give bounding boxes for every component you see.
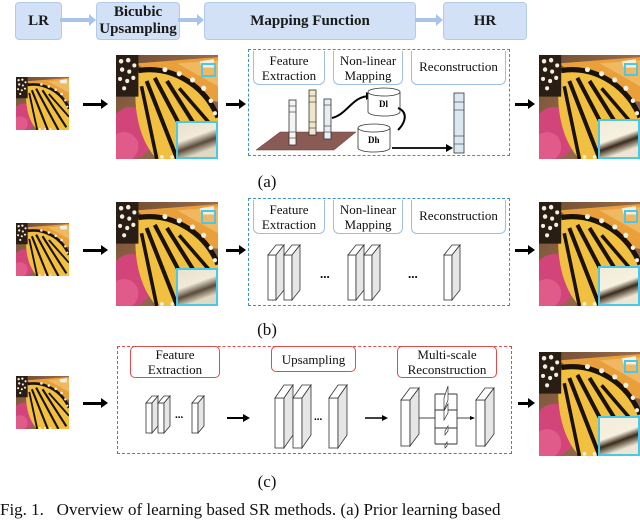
conv-layer bbox=[363, 243, 381, 302]
inset-zoom bbox=[598, 416, 640, 456]
row-b-bicubic-image bbox=[116, 202, 218, 306]
upsampling-layer bbox=[292, 383, 312, 450]
feature-layer bbox=[145, 394, 159, 435]
inset-zoom bbox=[176, 121, 218, 159]
stage-label: Feature Extraction bbox=[261, 202, 317, 232]
reconstruction-output-layer bbox=[475, 386, 495, 448]
stage-label: Feature Extraction bbox=[261, 53, 317, 83]
reconstruction-input-layer bbox=[400, 386, 420, 448]
header-arrow-3 bbox=[415, 14, 443, 26]
arrowhead bbox=[243, 414, 250, 422]
feature-vector-3 bbox=[323, 98, 332, 140]
header-stage-lr: LR bbox=[15, 2, 62, 40]
row-a-lr-image bbox=[16, 77, 69, 130]
row-a-hr-image bbox=[539, 55, 640, 159]
header-stage-mapping: Mapping Function bbox=[204, 2, 416, 40]
ellipsis: ... bbox=[314, 411, 323, 423]
header-stage-bicubic: Bicubic Upsampling bbox=[96, 2, 180, 40]
row-a-stage-reconstruction: Reconstruction bbox=[411, 51, 506, 85]
row-c-stage-feature-extraction: Feature Extraction bbox=[130, 346, 220, 378]
stage-label: Feature Extraction bbox=[147, 347, 203, 377]
ellipsis: ... bbox=[175, 409, 184, 421]
inset-zoom bbox=[176, 268, 218, 306]
row-b-stage-feature-extraction: Feature Extraction bbox=[253, 200, 325, 234]
header-arrow-2 bbox=[178, 14, 204, 26]
upsampling-layer bbox=[328, 383, 348, 450]
conv-layer bbox=[347, 243, 365, 302]
row-c-hr-image bbox=[539, 352, 640, 456]
inset-zoom bbox=[598, 119, 640, 159]
inset-small bbox=[624, 210, 638, 223]
row-b-arrow-3 bbox=[515, 245, 535, 255]
header-stage-hr-label: HR bbox=[473, 12, 497, 29]
inset-small bbox=[201, 63, 216, 77]
curved-arrow-to-dl bbox=[331, 95, 371, 119]
butterfly-image bbox=[16, 376, 69, 429]
header-stage-lr-label: LR bbox=[28, 12, 49, 29]
inset-small bbox=[624, 360, 638, 373]
dictionary-dh-label: Dh bbox=[368, 135, 380, 145]
inset-small bbox=[624, 63, 638, 76]
hr-patch-vector bbox=[453, 92, 465, 154]
arrowhead bbox=[470, 416, 475, 420]
row-c-lr-image bbox=[16, 376, 69, 429]
feature-layer bbox=[157, 394, 171, 435]
row-b-stage-reconstruction: Reconstruction bbox=[411, 200, 506, 234]
row-b-arrow-1 bbox=[83, 245, 108, 255]
stage-label: Reconstruction bbox=[419, 208, 498, 223]
stage-label: Upsampling bbox=[281, 351, 346, 367]
multiscale-kernels bbox=[443, 385, 449, 449]
inset-small bbox=[201, 210, 216, 224]
conv-layer bbox=[283, 243, 301, 302]
row-c-stage-multiscale-reconstruction: Multi-scale Reconstruction bbox=[397, 346, 497, 378]
ellipsis: ... bbox=[408, 266, 418, 281]
row-a-arrow-2 bbox=[226, 99, 246, 109]
row-c-arrow-2 bbox=[518, 398, 535, 408]
ellipsis: ... bbox=[320, 266, 330, 281]
row-a-stage-feature-extraction: Feature Extraction bbox=[253, 51, 325, 85]
header-arrow-1 bbox=[60, 14, 96, 26]
header-stage-hr: HR bbox=[443, 2, 527, 40]
figure-caption: Fig. 1. Overview of learning based SR me… bbox=[0, 500, 501, 519]
butterfly-image bbox=[16, 223, 69, 276]
row-a-arrow-3 bbox=[515, 99, 535, 109]
row-b-stage-nonlinear-mapping: Non-linear Mapping bbox=[333, 200, 403, 234]
feature-vector-1 bbox=[288, 99, 297, 146]
header-stage-mapping-label: Mapping Function bbox=[250, 12, 370, 29]
stage-label: Non-linear Mapping bbox=[339, 202, 397, 232]
arrowhead bbox=[446, 144, 453, 152]
stage-label: Reconstruction bbox=[419, 59, 498, 74]
feature-layer bbox=[191, 394, 205, 435]
row-a-arrow-1 bbox=[83, 99, 108, 109]
row-c-network-diagram: ... ... bbox=[145, 383, 495, 450]
upsampling-layer bbox=[274, 383, 294, 450]
row-a-sublabel: (a) bbox=[257, 172, 277, 191]
conv-layer bbox=[443, 243, 461, 302]
row-c-stage-upsampling: Upsampling bbox=[271, 346, 356, 372]
butterfly-image bbox=[16, 77, 69, 130]
row-b-lr-image bbox=[16, 223, 69, 276]
row-b-cnn-layers: ... ... bbox=[267, 243, 461, 302]
stage-label: Non-linear Mapping bbox=[339, 53, 397, 83]
row-b-arrow-2 bbox=[226, 245, 246, 255]
row-b-hr-image bbox=[539, 202, 640, 306]
header-stage-bicubic-label: Bicubic Upsampling bbox=[99, 4, 177, 37]
row-c-sublabel: (c) bbox=[257, 472, 277, 491]
row-a-bicubic-image bbox=[116, 55, 218, 159]
row-b-sublabel: (b) bbox=[257, 320, 277, 339]
arrowhead bbox=[382, 415, 388, 421]
conv-layer bbox=[267, 243, 285, 302]
row-a-prior-diagram: Dl Dh bbox=[255, 87, 465, 154]
row-a-stage-nonlinear-mapping: Non-linear Mapping bbox=[333, 51, 403, 85]
row-c-arrow-1 bbox=[83, 398, 108, 408]
image-patch-plane bbox=[255, 131, 357, 151]
dictionary-dl-label: Dl bbox=[379, 99, 388, 109]
feature-vector-2 bbox=[308, 89, 317, 136]
stage-label: Multi-scale Reconstruction bbox=[407, 347, 487, 377]
inset-zoom bbox=[598, 266, 640, 306]
